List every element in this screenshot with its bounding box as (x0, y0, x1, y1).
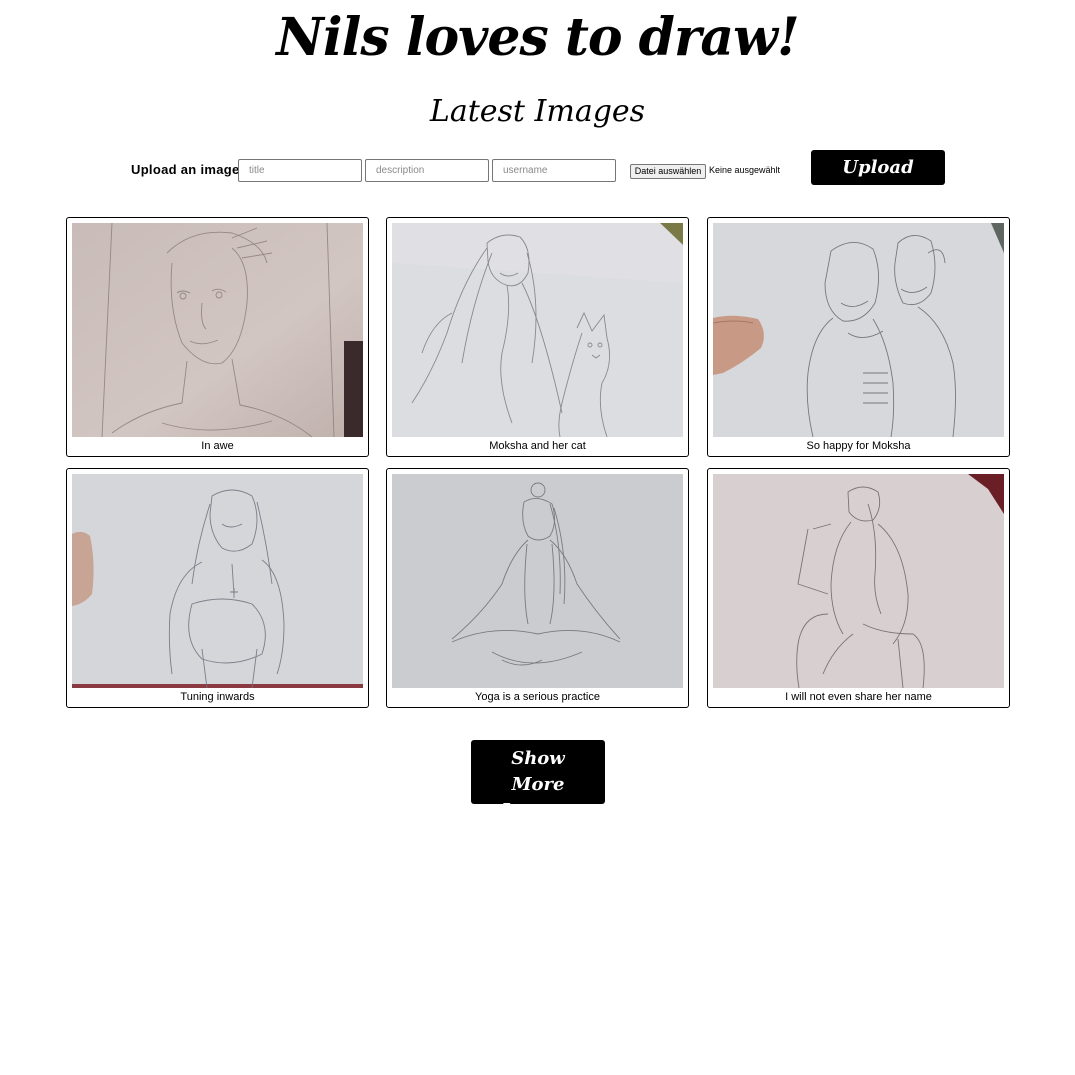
pencil-woman-cat-image (392, 223, 683, 437)
image-caption: Yoga is a serious practice (475, 691, 600, 703)
pencil-portrait-image (72, 223, 363, 437)
image-card[interactable]: I will not even share her name (707, 468, 1010, 708)
image-caption: Tuning inwards (180, 691, 255, 703)
image-card[interactable]: Moksha and her cat (386, 217, 689, 457)
section-title: Latest Images (429, 94, 646, 129)
pencil-seated-figure-image (713, 474, 1004, 688)
image-card[interactable]: In awe (66, 217, 369, 457)
pencil-yoga-image (392, 474, 683, 688)
drawing-photo[interactable] (72, 474, 363, 688)
upload-button[interactable]: Upload (811, 150, 945, 185)
drawing-photo[interactable] (392, 223, 683, 437)
drawing-photo[interactable] (713, 223, 1004, 437)
pencil-seated-woman-image (72, 474, 363, 688)
image-card[interactable]: Tuning inwards (66, 468, 369, 708)
drawing-photo[interactable] (392, 474, 683, 688)
image-caption: So happy for Moksha (806, 440, 911, 452)
drawing-photo[interactable] (72, 223, 363, 437)
file-status-text: Keine ausgewählt (709, 165, 781, 175)
title-input[interactable] (238, 159, 362, 182)
image-caption: Moksha and her cat (489, 440, 586, 452)
file-choose-button[interactable]: Datei auswählen (630, 164, 706, 179)
site-title: Nils loves to draw! (276, 7, 799, 68)
upload-label: Upload an image: (131, 162, 245, 177)
pencil-couple-image (713, 223, 1004, 437)
image-caption: In awe (201, 440, 234, 452)
image-card[interactable]: Yoga is a serious practice (386, 468, 689, 708)
drawing-photo[interactable] (713, 474, 1004, 688)
description-input[interactable] (365, 159, 489, 182)
upload-form: Upload an image: Datei auswählen Keine a… (0, 150, 1075, 186)
show-more-button[interactable]: Show More Images (471, 740, 605, 821)
username-input[interactable] (492, 159, 616, 182)
image-card[interactable]: So happy for Moksha (707, 217, 1010, 457)
image-caption: I will not even share her name (785, 691, 932, 703)
